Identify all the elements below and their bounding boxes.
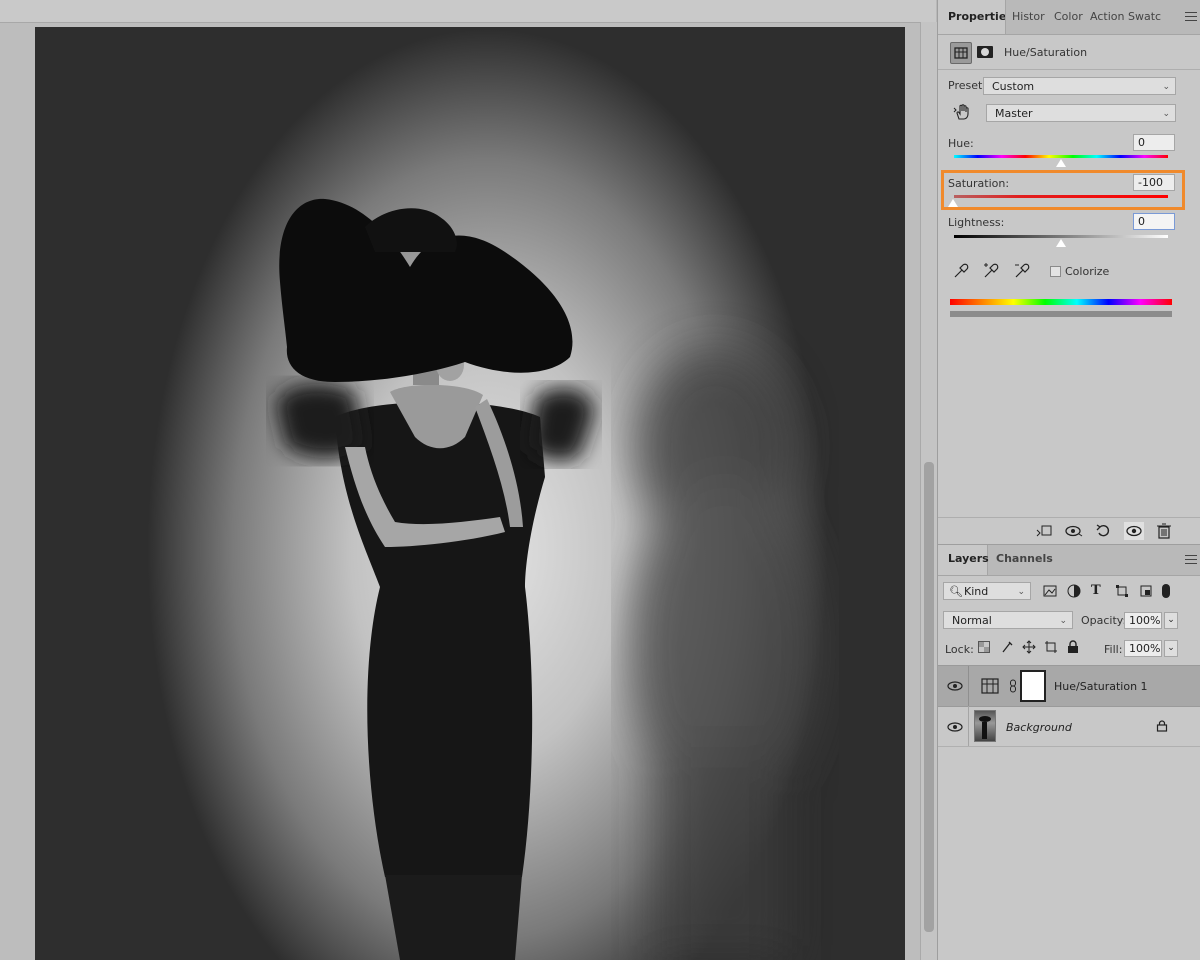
tab-layers[interactable]: Layers <box>938 545 989 575</box>
filter-adjustment-icon[interactable] <box>1067 584 1081 598</box>
fill-label: Fill: <box>1104 643 1123 656</box>
tab-properties[interactable]: Properties <box>938 0 1006 34</box>
mask-link-chain-icon[interactable] <box>1009 679 1017 693</box>
opacity-value-field[interactable]: 100% <box>1124 612 1162 629</box>
targeted-adjustment-hand-icon[interactable] <box>952 102 972 122</box>
lock-position-icon[interactable] <box>1022 640 1036 654</box>
color-spectrum-bar-top <box>950 299 1172 305</box>
layer-name[interactable]: Hue/Saturation 1 <box>1054 680 1148 693</box>
layers-panel-menu-icon[interactable] <box>1185 555 1197 564</box>
layers-tab-bar: Layers Channels <box>938 544 1200 576</box>
layer-list-divider <box>938 746 1200 747</box>
chevron-down-icon: ⌄ <box>1059 616 1067 626</box>
toggle-visibility-icon[interactable] <box>1124 522 1144 540</box>
opacity-label: Opacity: <box>1081 614 1127 627</box>
lock-label: Lock: <box>945 643 974 656</box>
colorize-label: Colorize <box>1065 265 1110 278</box>
adjustment-grid-icon[interactable] <box>950 42 972 64</box>
color-spectrum-bar-bottom <box>950 311 1172 317</box>
chevron-down-icon: ⌄ <box>1017 587 1025 597</box>
saturation-slider-handle[interactable] <box>948 199 958 207</box>
clip-to-layer-icon[interactable] <box>1034 522 1054 540</box>
filter-shape-icon[interactable] <box>1115 584 1129 598</box>
layer-visibility-eye-icon[interactable] <box>947 681 963 691</box>
preset-dropdown[interactable]: Custom ⌄ <box>983 77 1176 95</box>
layer-lock-icon <box>1156 720 1168 732</box>
panel-menu-icon[interactable] <box>1185 12 1197 21</box>
chevron-down-icon: ⌄ <box>1162 82 1170 92</box>
mask-icon[interactable] <box>975 42 995 62</box>
lightness-slider-handle[interactable] <box>1056 239 1066 247</box>
fill-chevron-icon[interactable]: ⌄ <box>1164 640 1178 657</box>
eyedropper-subtract-icon[interactable] <box>1013 262 1031 280</box>
hue-label: Hue: <box>948 137 974 150</box>
saturation-slider-track[interactable] <box>954 195 1168 198</box>
tab-swatches[interactable]: Swatcl <box>1128 0 1162 34</box>
preset-value: Custom <box>992 80 1035 93</box>
eyedropper-icon[interactable] <box>952 262 970 280</box>
layer-mask-thumbnail[interactable] <box>1020 670 1046 702</box>
layer-row-divider <box>968 706 969 746</box>
tab-color[interactable]: Color <box>1054 0 1084 34</box>
lock-image-pixels-icon[interactable] <box>1000 640 1014 654</box>
document-photo[interactable] <box>35 27 905 960</box>
channel-dropdown[interactable]: Master ⌄ <box>986 104 1176 122</box>
search-icon: 🔍︎ <box>949 585 963 598</box>
scrollbar-thumb[interactable] <box>924 462 934 932</box>
chevron-down-icon: ⌄ <box>1162 109 1170 119</box>
adjustment-layer-grid-icon <box>981 678 999 694</box>
saturation-label: Saturation: <box>948 177 1010 190</box>
layer-name[interactable]: Background <box>1006 721 1072 734</box>
filter-kind-dropdown[interactable]: 🔍︎ Kind ⌄ <box>943 582 1031 600</box>
canvas-vertical-scrollbar[interactable] <box>920 22 937 960</box>
right-panel-dock: Properties Histor Color Action Swatcl Hu… <box>937 0 1200 960</box>
reset-icon[interactable] <box>1094 522 1114 540</box>
filter-kind-value: Kind <box>964 585 989 598</box>
lightness-slider-track[interactable] <box>954 235 1168 238</box>
lock-transparent-pixels-icon[interactable] <box>978 641 990 653</box>
channel-value: Master <box>995 107 1033 120</box>
layer-row-background[interactable]: Background <box>938 706 1200 746</box>
filter-toggle-switch[interactable] <box>1162 584 1170 598</box>
properties-footer <box>938 517 1200 545</box>
lock-artboard-icon[interactable] <box>1044 640 1058 654</box>
canvas-top-bar <box>0 0 936 23</box>
eyedropper-add-icon[interactable] <box>982 262 1000 280</box>
filter-pixel-icon[interactable] <box>1043 584 1057 598</box>
adjustment-header: Hue/Saturation <box>938 35 1200 70</box>
blend-mode-value: Normal <box>952 614 992 627</box>
delete-trash-icon[interactable] <box>1154 522 1174 540</box>
colorize-checkbox[interactable] <box>1050 266 1061 277</box>
document-canvas-area[interactable] <box>0 0 937 960</box>
background-layer-thumbnail[interactable] <box>974 710 996 742</box>
tab-channels[interactable]: Channels <box>996 545 1056 575</box>
fill-value-field[interactable]: 100% <box>1124 640 1162 657</box>
hue-slider-track[interactable] <box>954 155 1168 158</box>
adjustment-title: Hue/Saturation <box>1004 46 1088 59</box>
layer-row-hue-saturation[interactable]: Hue/Saturation 1 <box>938 665 1200 707</box>
preset-label: Preset: <box>948 79 987 92</box>
filter-type-icon[interactable]: T <box>1091 584 1105 598</box>
properties-tab-bar: Properties Histor Color Action Swatcl <box>938 0 1200 35</box>
tab-actions[interactable]: Action <box>1090 0 1124 34</box>
opacity-chevron-icon[interactable]: ⌄ <box>1164 612 1178 629</box>
tab-history[interactable]: Histor <box>1012 0 1046 34</box>
layer-row-divider <box>968 666 969 706</box>
hue-value-field[interactable]: 0 <box>1133 134 1175 151</box>
portrait-illustration <box>275 198 820 960</box>
layer-visibility-eye-icon[interactable] <box>947 722 963 732</box>
filter-smart-object-icon[interactable] <box>1139 584 1153 598</box>
view-previous-state-icon[interactable] <box>1064 522 1084 540</box>
hue-slider-handle[interactable] <box>1056 159 1066 167</box>
lightness-value-field[interactable]: 0 <box>1133 213 1175 230</box>
blend-mode-dropdown[interactable]: Normal ⌄ <box>943 611 1073 629</box>
saturation-value-field[interactable]: -100 <box>1133 174 1175 191</box>
lock-all-icon[interactable] <box>1066 640 1080 654</box>
lightness-label: Lightness: <box>948 216 1005 229</box>
